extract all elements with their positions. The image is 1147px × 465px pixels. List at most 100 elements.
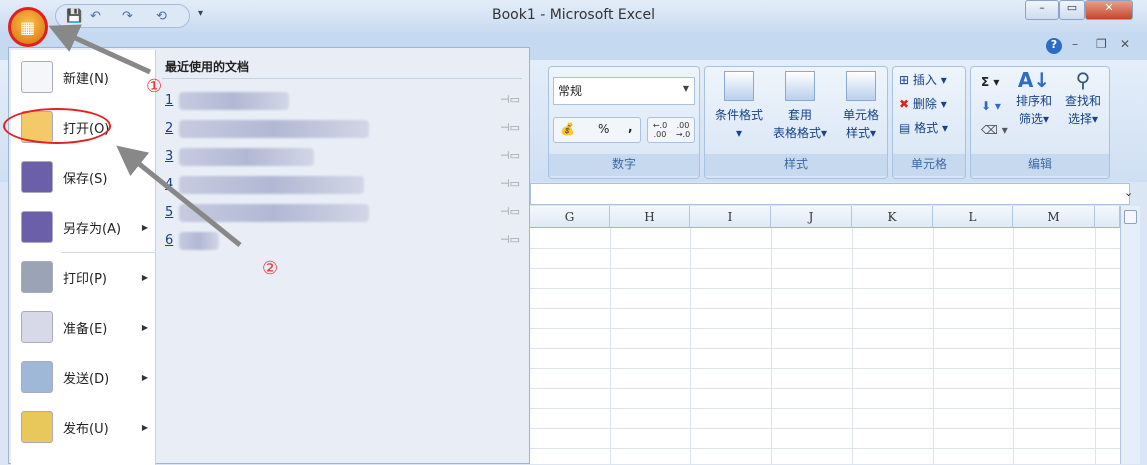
prepare-icon: [21, 311, 53, 343]
office-button[interactable]: ▦: [8, 7, 48, 47]
menu-item-4[interactable]: 打印(P) ▶: [11, 254, 156, 300]
column-header-i[interactable]: I: [690, 206, 771, 228]
label: 查找和: [1064, 94, 1101, 108]
format-as-table-button[interactable]: 套用 表格格式▾: [767, 71, 833, 142]
blurred-filename: [179, 148, 314, 166]
format-button[interactable]: ▤ 格式 ▾: [899, 119, 948, 137]
divider: [162, 78, 522, 79]
redo-icon[interactable]: ↷: [122, 9, 133, 24]
ribbon-minimize-button[interactable]: –: [1072, 37, 1078, 51]
conditional-format-icon: [724, 71, 754, 101]
minimize-button[interactable]: –: [1025, 0, 1059, 20]
ribbon-restore-button[interactable]: ❐: [1096, 37, 1107, 51]
number-format-value: 常规: [558, 84, 583, 98]
vertical-scrollbar[interactable]: [1120, 206, 1140, 464]
menu-item-0[interactable]: 新建(N): [11, 54, 156, 100]
styles-group-label: 样式: [705, 154, 887, 176]
number-format-select[interactable]: 常规 ▼: [553, 77, 695, 105]
decrease-decimal-button[interactable]: .00 →.0: [672, 121, 694, 139]
cell-styles-button[interactable]: 单元格 样式▾: [835, 71, 887, 142]
menu-item-2[interactable]: 保存(S): [11, 154, 156, 200]
recent-number: 4: [165, 177, 174, 192]
sum-icon: Σ: [981, 75, 990, 89]
recent-documents-title: 最近使用的文档: [165, 60, 250, 74]
fill-button[interactable]: ⬇ ▾: [981, 97, 1001, 115]
menu-item-5[interactable]: 准备(E) ▶: [11, 304, 156, 350]
number-group-label: 数字: [549, 154, 699, 176]
blurred-filename: [179, 92, 289, 110]
office-menu: 新建(N) 打开(O) 保存(S) 另存为(A) ▶ 打印(P) ▶ 准备(E) ▶ 发送(D) ▶…: [8, 47, 530, 465]
increase-decimal-button[interactable]: ←.0 .00: [649, 121, 671, 139]
gridline: [530, 308, 1120, 309]
recent-document-item[interactable]: 4 ⊣▭: [165, 174, 520, 196]
conditional-format-button[interactable]: 条件格式 ▾: [709, 71, 769, 142]
restore-button[interactable]: ▭: [1059, 0, 1085, 20]
insert-button[interactable]: ⊞ 插入 ▾: [899, 71, 947, 89]
column-header-n[interactable]: [1095, 206, 1120, 228]
clear-button[interactable]: ⌫ ▾: [981, 121, 1008, 139]
step-1-marker: ①: [146, 76, 163, 97]
save-as-icon: [21, 211, 53, 243]
gridline: [530, 408, 1120, 409]
save-icon[interactable]: 💾: [66, 9, 82, 24]
column-header-k[interactable]: K: [852, 206, 933, 228]
gridline: [530, 368, 1120, 369]
comma-button[interactable]: ,: [628, 120, 633, 134]
ribbon-close-button[interactable]: ✕: [1120, 37, 1130, 51]
scroll-split-handle[interactable]: [1124, 210, 1137, 224]
expand-formula-bar-icon[interactable]: ⌄: [1124, 186, 1133, 199]
undo-icon[interactable]: ↶: [90, 9, 101, 24]
label: 单元格: [842, 108, 879, 122]
autosum-button[interactable]: Σ ▾: [981, 73, 999, 91]
close-button[interactable]: ✕: [1085, 0, 1133, 20]
pin-icon[interactable]: ⊣▭: [500, 205, 520, 218]
menu-item-3[interactable]: 另存为(A) ▶: [11, 204, 156, 250]
print-icon: [21, 261, 53, 293]
find-select-button[interactable]: ⚲ 查找和 选择▾: [1059, 68, 1107, 128]
formula-bar[interactable]: [530, 183, 1130, 205]
recent-document-item[interactable]: 6 ⊣▭: [165, 230, 520, 252]
help-icon[interactable]: ?: [1046, 38, 1062, 54]
binoculars-icon: ⚲: [1075, 68, 1091, 92]
sort-az-icon: A↓: [1017, 68, 1051, 92]
recent-document-item[interactable]: 1 ⊣▭: [165, 90, 520, 112]
delete-button[interactable]: ✖ 删除 ▾: [899, 95, 947, 113]
recent-document-item[interactable]: 5 ⊣▭: [165, 202, 520, 224]
column-header-g[interactable]: G: [530, 206, 610, 228]
column-header-l[interactable]: L: [933, 206, 1013, 228]
highlight-ring-open: [3, 108, 111, 144]
submenu-arrow-icon: ▶: [141, 272, 148, 282]
column-header-j[interactable]: J: [771, 206, 852, 228]
label: 删除: [912, 97, 937, 111]
send-icon: [21, 361, 53, 393]
menu-item-label: 保存(S): [63, 171, 108, 187]
currency-icon[interactable]: 💰: [560, 122, 575, 136]
sort-filter-button[interactable]: A↓ 排序和 筛选▾: [1011, 68, 1057, 128]
menu-item-label: 发布(U): [63, 421, 109, 437]
quick-access-toolbar: 💾 ↶ ↷ ⟲: [55, 4, 190, 28]
pin-icon[interactable]: ⊣▭: [500, 149, 520, 162]
title-bar: Book1 - Microsoft Excel 💾 ↶ ↷ ⟲ ▾ – ▭ ✕: [0, 0, 1147, 32]
pin-icon[interactable]: ⊣▭: [500, 177, 520, 190]
submenu-arrow-icon: ▶: [141, 372, 148, 382]
repeat-icon[interactable]: ⟲: [156, 9, 167, 24]
menu-item-label: 新建(N): [63, 71, 109, 87]
pin-icon[interactable]: ⊣▭: [500, 233, 520, 246]
column-header-h[interactable]: H: [610, 206, 690, 228]
step-2-marker: ②: [262, 258, 279, 279]
chevron-down-icon: ▼: [682, 84, 689, 93]
menu-item-6[interactable]: 发送(D) ▶: [11, 354, 156, 400]
column-header-m[interactable]: M: [1013, 206, 1095, 228]
number-group: 常规 ▼ 💰 % , ←.0 .00 .00 →.0 数字: [548, 66, 700, 179]
worksheet-grid[interactable]: G H I J K L M: [530, 206, 1120, 464]
recent-number: 3: [165, 149, 174, 164]
percent-button[interactable]: %: [598, 122, 609, 136]
gridline: [530, 268, 1120, 269]
pin-icon[interactable]: ⊣▭: [500, 93, 520, 106]
pin-icon[interactable]: ⊣▭: [500, 121, 520, 134]
submenu-arrow-icon: ▶: [141, 322, 148, 332]
menu-item-7[interactable]: 发布(U) ▶: [11, 404, 156, 450]
recent-document-item[interactable]: 2 ⊣▭: [165, 118, 520, 140]
customize-qat-icon[interactable]: ▾: [198, 8, 203, 19]
recent-document-item[interactable]: 3 ⊣▭: [165, 146, 520, 168]
